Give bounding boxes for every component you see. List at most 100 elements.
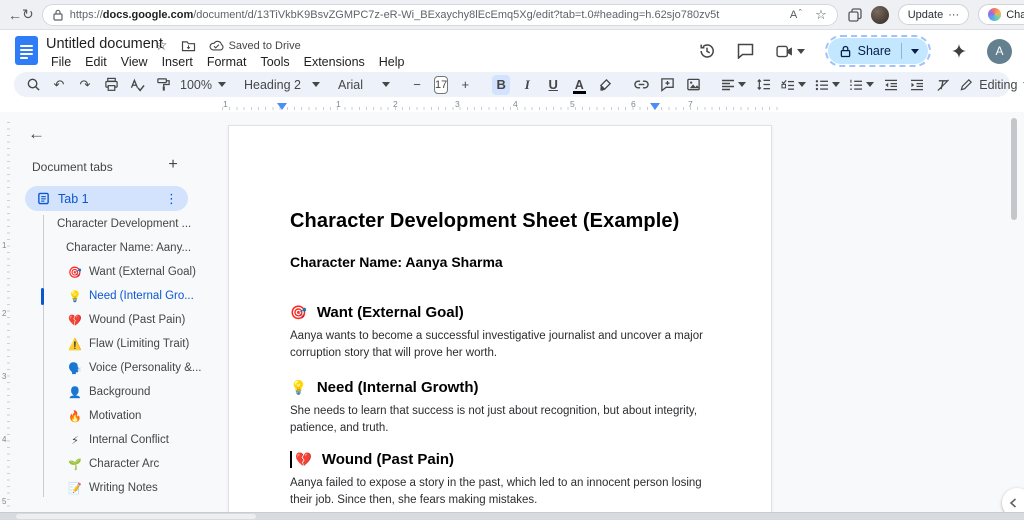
document-page[interactable]: Character Development Sheet (Example) Ch… (228, 125, 772, 520)
align-select[interactable] (720, 75, 746, 95)
gemini-icon[interactable] (948, 40, 970, 62)
menu-tools[interactable]: Tools (253, 54, 296, 70)
menu-file[interactable]: File (44, 54, 78, 70)
redo-icon[interactable]: ↷ (76, 75, 94, 95)
outline-item-title[interactable]: Character Development ... (0, 212, 222, 236)
address-bar[interactable]: https://docs.google.com/document/d/13TiV… (41, 3, 838, 26)
outline-item-character-name[interactable]: Character Name: Aany... (0, 236, 222, 260)
italic-button[interactable]: I (518, 75, 536, 95)
call-dropdown-caret[interactable] (797, 48, 806, 54)
doc-heading-title[interactable]: Character Development Sheet (Example) (290, 210, 679, 233)
document-outline: Character Development ... Character Name… (0, 212, 222, 500)
outline-item-flaw[interactable]: ⚠️ Flaw (Limiting Trait) (0, 332, 222, 356)
zoom-select[interactable]: 100% (180, 78, 226, 92)
outline-item-character-arc[interactable]: 🌱 Character Arc (0, 452, 222, 476)
outline-item-wound[interactable]: 💔 Wound (Past Pain) (0, 308, 222, 332)
share-button[interactable]: Share (828, 44, 901, 58)
site-permissions-icon[interactable] (53, 9, 63, 21)
join-call-icon[interactable] (774, 40, 808, 62)
document-canvas: 1 2 3 4 5 ← Document tabs + Tab 1 ⋮ Char… (0, 112, 1024, 520)
left-indent-marker[interactable] (277, 103, 287, 110)
menu-format[interactable]: Format (200, 54, 254, 70)
share-dropdown-caret[interactable] (902, 48, 928, 54)
collections-icon[interactable] (848, 7, 862, 22)
highlight-color-icon[interactable] (596, 75, 614, 95)
doc-section-wound[interactable]: 💔 Wound (Past Pain) Aanya failed to expo… (290, 451, 718, 508)
doc-paragraph-wound[interactable]: Aanya failed to expose a story in the pa… (290, 475, 715, 508)
underline-button[interactable]: U (544, 75, 562, 95)
horizontal-ruler[interactable]: 1 1 2 3 4 5 6 7 (0, 98, 1024, 112)
star-document-icon[interactable]: ☆ (155, 37, 168, 54)
menu-view[interactable]: View (114, 54, 155, 70)
line-spacing-icon[interactable] (754, 75, 772, 95)
outline-item-need[interactable]: 💡 Need (Internal Gro... (0, 284, 222, 308)
outline-item-internal-conflict[interactable]: ⚡ Internal Conflict (0, 428, 222, 452)
pencil-icon (960, 79, 973, 91)
outline-item-motivation[interactable]: 🔥 Motivation (0, 404, 222, 428)
bulleted-list-select[interactable] (814, 75, 840, 95)
increase-font-size-button[interactable]: + (456, 75, 474, 95)
undo-icon[interactable]: ↶ (50, 75, 68, 95)
bold-button[interactable]: B (492, 74, 511, 95)
insert-link-icon[interactable] (632, 75, 650, 95)
right-indent-marker[interactable] (650, 103, 660, 110)
doc-paragraph-need[interactable]: She needs to learn that success is not j… (290, 403, 715, 436)
comment-history-icon[interactable] (735, 40, 757, 62)
browser-chat-button[interactable]: Chat (978, 4, 1024, 25)
spellcheck-icon[interactable] (128, 75, 146, 95)
decrease-indent-icon[interactable] (882, 75, 900, 95)
search-menus-icon[interactable] (24, 75, 42, 95)
print-icon[interactable] (102, 75, 120, 95)
document-title[interactable]: Untitled document (46, 36, 163, 52)
add-comment-icon[interactable] (658, 75, 676, 95)
outline-item-writing-notes[interactable]: 📝 Writing Notes (0, 476, 222, 500)
paint-format-icon[interactable] (154, 75, 172, 95)
browser-refresh-icon[interactable]: ↻ (22, 6, 34, 23)
doc-paragraph-want[interactable]: Aanya wants to become a successful inves… (290, 328, 715, 361)
menu-extensions[interactable]: Extensions (297, 54, 372, 70)
doc-heading-character-name[interactable]: Character Name: Aanya Sharma (290, 254, 503, 270)
tab-item-tab1[interactable]: Tab 1 ⋮ (25, 186, 188, 211)
numbered-list-select[interactable] (848, 75, 874, 95)
version-history-icon[interactable] (696, 40, 718, 62)
favorite-star-icon[interactable]: ☆ (815, 7, 827, 23)
add-tab-button[interactable]: + (163, 156, 183, 174)
menu-edit[interactable]: Edit (78, 54, 114, 70)
doc-heading-wound[interactable]: 💔 Wound (Past Pain) (290, 451, 718, 468)
document-tabs-title: Document tabs (32, 160, 113, 174)
vertical-scrollbar[interactable] (1011, 118, 1017, 220)
clear-formatting-icon[interactable] (934, 75, 952, 95)
editing-mode-select[interactable]: Editing (960, 78, 1024, 92)
lightbulb-emoji-icon: 💡 (290, 379, 307, 395)
insert-image-icon[interactable] (684, 75, 702, 95)
move-to-folder-icon[interactable] (181, 40, 196, 52)
increase-indent-icon[interactable] (908, 75, 926, 95)
read-aloud-icon[interactable]: A⌃ (790, 9, 803, 21)
google-docs-logo[interactable] (15, 36, 38, 65)
outline-item-background[interactable]: 👤 Background (0, 380, 222, 404)
menu-help[interactable]: Help (372, 54, 412, 70)
outline-item-voice[interactable]: 🗣️ Voice (Personality &... (0, 356, 222, 380)
decrease-font-size-button[interactable]: − (408, 75, 426, 95)
doc-section-need[interactable]: 💡 Need (Internal Growth) She needs to le… (290, 379, 718, 436)
font-select[interactable]: Arial (338, 78, 390, 92)
browser-update-button[interactable]: Update ··· (897, 4, 970, 25)
font-size-input[interactable]: 17 (433, 75, 449, 94)
text-color-button[interactable]: A (570, 75, 588, 95)
browser-back-icon[interactable]: ← (8, 7, 22, 23)
lightbulb-emoji-icon: 💡 (68, 290, 82, 303)
horizontal-scrollbar[interactable] (16, 513, 256, 519)
account-avatar[interactable]: A (987, 38, 1012, 64)
copilot-chat-icon (988, 8, 1002, 21)
doc-section-want[interactable]: 🎯 Want (External Goal) Aanya wants to be… (290, 304, 718, 361)
close-tabs-panel-icon[interactable]: ← (28, 124, 45, 144)
paragraph-style-select[interactable]: Heading 2 (244, 78, 320, 92)
outline-item-want[interactable]: 🎯 Want (External Goal) (0, 260, 222, 284)
doc-heading-want[interactable]: 🎯 Want (External Goal) (290, 304, 718, 321)
menu-insert[interactable]: Insert (155, 54, 200, 70)
checklist-select[interactable] (780, 75, 806, 95)
doc-heading-need[interactable]: 💡 Need (Internal Growth) (290, 379, 718, 396)
tab-options-icon[interactable]: ⋮ (165, 191, 178, 207)
browser-profile-avatar[interactable] (870, 5, 889, 24)
saved-status[interactable]: Saved to Drive (209, 40, 301, 52)
